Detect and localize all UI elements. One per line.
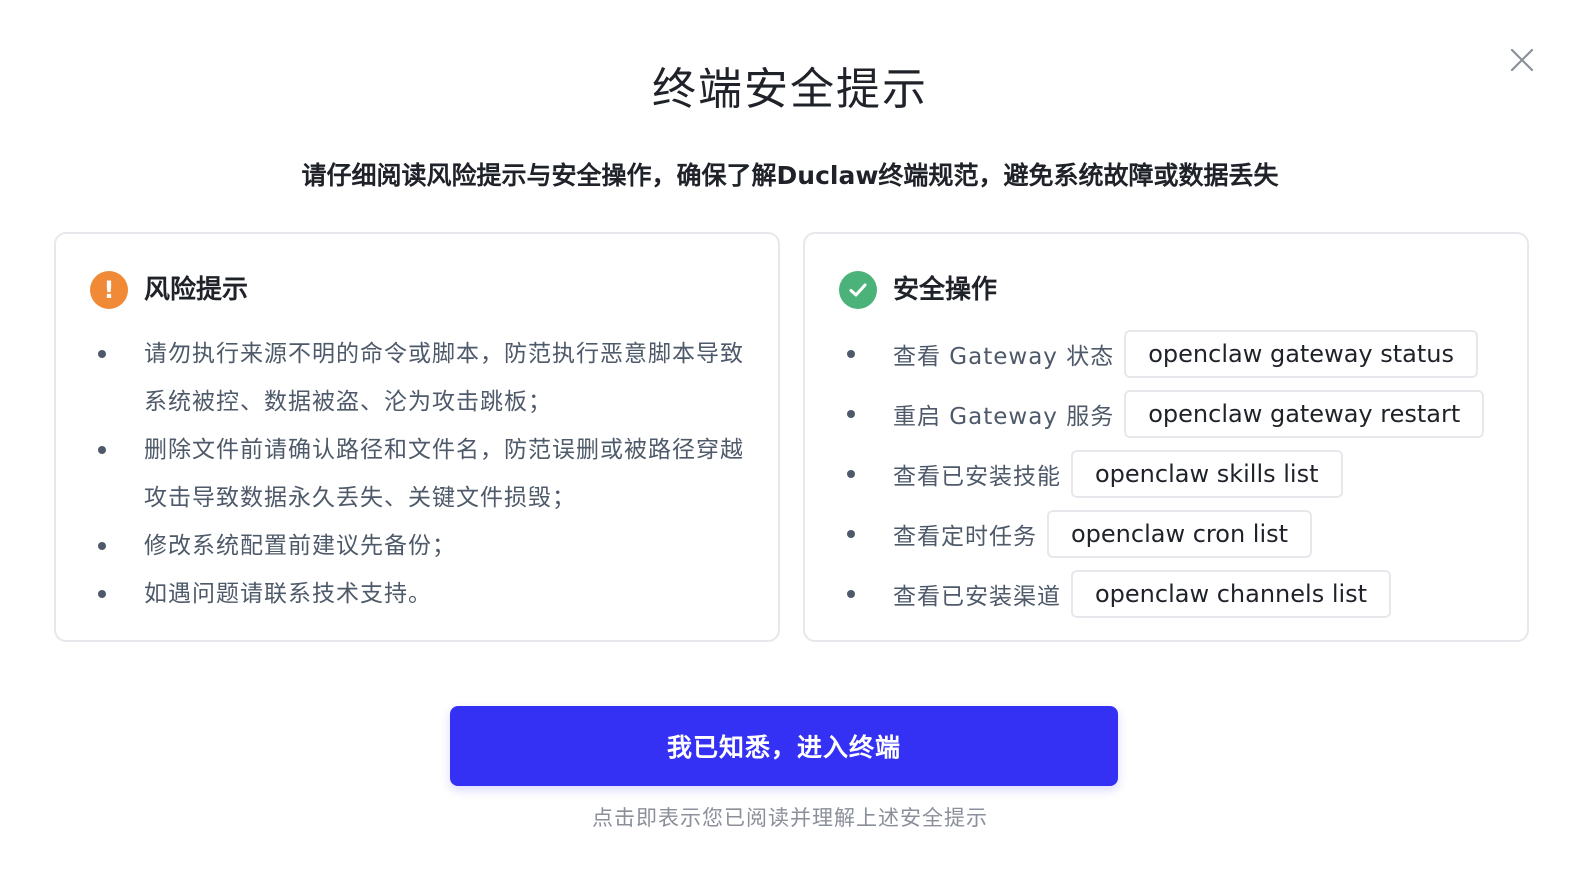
bullet-icon [847, 470, 855, 478]
bullet-icon [98, 542, 106, 550]
safe-op-label: 查看 Gateway 状态 [893, 344, 1115, 370]
safe-op-label: 查看已安装渠道 [893, 584, 1061, 610]
command-chip[interactable]: openclaw gateway status [1124, 330, 1478, 378]
risk-card: ! 风险提示 请勿执行来源不明的命令或脚本，防范执行恶意脚本导致系统被控、数据被… [54, 232, 780, 642]
footer-hint: 点击即表示您已阅读并理解上述安全提示 [592, 806, 988, 830]
safe-ops-card: 安全操作 查看 Gateway 状态 openclaw gateway stat… [803, 232, 1529, 642]
bullet-icon [98, 590, 106, 598]
risk-card-header: ! 风险提示 [90, 270, 248, 310]
warning-icon: ! [90, 271, 128, 309]
command-chip[interactable]: openclaw skills list [1071, 450, 1343, 498]
risk-item: 如遇问题请联系技术支持。 [90, 570, 750, 618]
security-dialog: 终端安全提示 请仔细阅读风险提示与安全操作，确保了解Duclaw终端规范，避免系… [0, 0, 1580, 896]
bullet-icon [847, 350, 855, 358]
risk-list: 请勿执行来源不明的命令或脚本，防范执行恶意脚本导致系统被控、数据被盗、沦为攻击跳… [90, 330, 750, 618]
command-chip[interactable]: openclaw cron list [1047, 510, 1313, 558]
command-chip[interactable]: openclaw gateway restart [1124, 390, 1485, 438]
bullet-icon [847, 530, 855, 538]
safe-op-item: 查看已安装技能 openclaw skills list [839, 444, 1519, 504]
risk-item-text: 删除文件前请确认路径和文件名，防范误删或被路径穿越攻击导致数据永久丢失、关键文件… [144, 437, 744, 511]
risk-item-text: 请勿执行来源不明的命令或脚本，防范执行恶意脚本导致系统被控、数据被盗、沦为攻击跳… [144, 341, 744, 415]
dialog-subtitle: 请仔细阅读风险提示与安全操作，确保了解Duclaw终端规范，避免系统故障或数据丢… [301, 161, 1279, 190]
risk-item: 修改系统配置前建议先备份； [90, 522, 750, 570]
bullet-icon [98, 446, 106, 454]
safe-op-item: 重启 Gateway 服务 openclaw gateway restart [839, 384, 1519, 444]
safe-op-item: 查看定时任务 openclaw cron list [839, 504, 1519, 564]
bullet-icon [847, 410, 855, 418]
bullet-icon [98, 350, 106, 358]
safe-op-item: 查看已安装渠道 openclaw channels list [839, 564, 1519, 624]
risk-item-text: 修改系统配置前建议先备份； [144, 533, 456, 559]
safe-ops-card-header: 安全操作 [839, 270, 997, 310]
confirm-enter-terminal-button[interactable]: 我已知悉，进入终端 [450, 706, 1118, 786]
safe-op-label: 重启 Gateway 服务 [893, 404, 1115, 430]
dialog-title: 终端安全提示 [652, 64, 928, 115]
safe-ops-list: 查看 Gateway 状态 openclaw gateway status 重启… [839, 324, 1519, 624]
bullet-icon [847, 590, 855, 598]
risk-item-text: 如遇问题请联系技术支持。 [144, 581, 432, 607]
safe-op-label: 查看已安装技能 [893, 464, 1061, 490]
risk-card-title: 风险提示 [144, 275, 249, 305]
risk-item: 删除文件前请确认路径和文件名，防范误删或被路径穿越攻击导致数据永久丢失、关键文件… [90, 426, 750, 522]
safe-op-item: 查看 Gateway 状态 openclaw gateway status [839, 324, 1519, 384]
command-chip[interactable]: openclaw channels list [1071, 570, 1392, 618]
safe-ops-card-title: 安全操作 [893, 275, 998, 305]
risk-item: 请勿执行来源不明的命令或脚本，防范执行恶意脚本导致系统被控、数据被盗、沦为攻击跳… [90, 330, 750, 426]
check-icon [839, 271, 877, 309]
safe-op-label: 查看定时任务 [893, 524, 1037, 550]
